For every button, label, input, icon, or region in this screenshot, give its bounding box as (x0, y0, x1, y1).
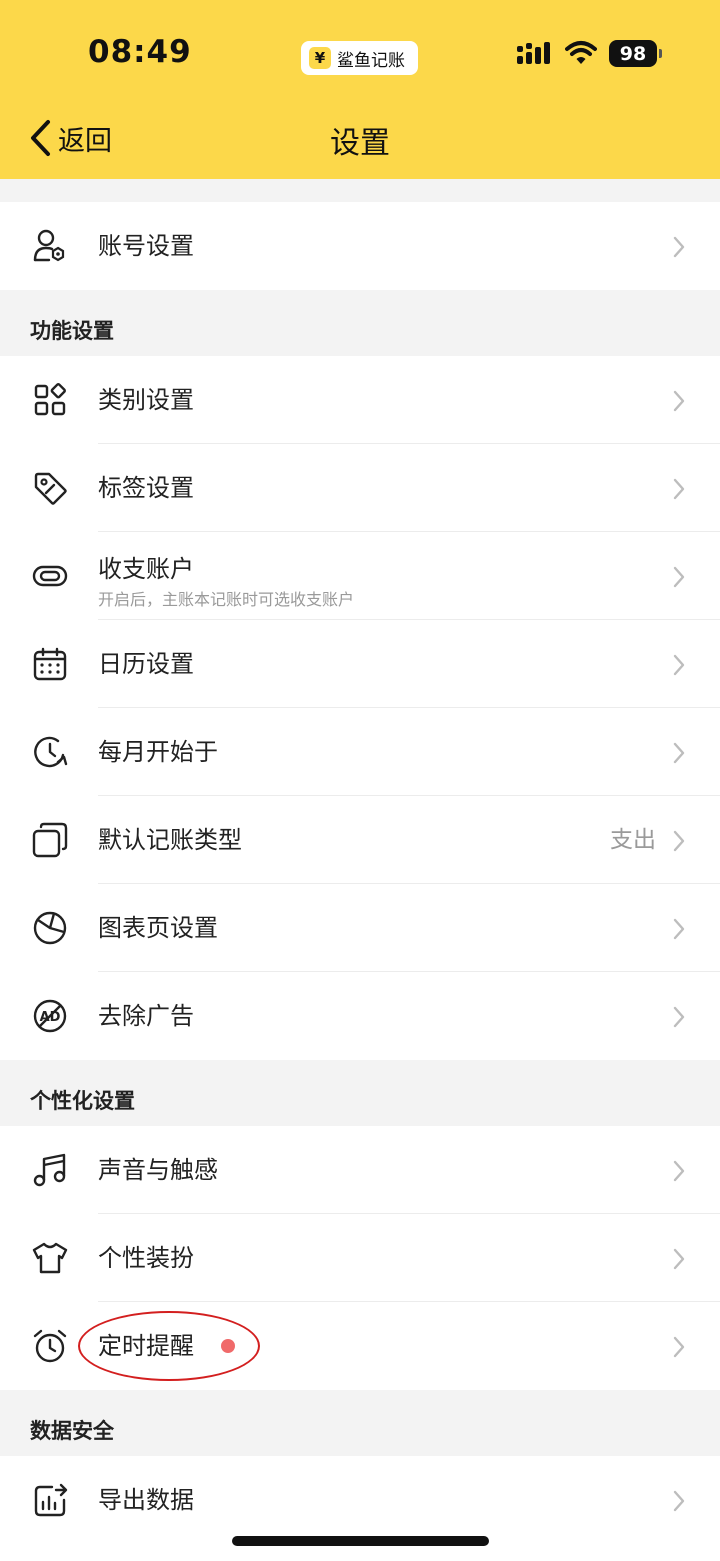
section-title-data: 数据安全 (30, 1419, 114, 1443)
row-label: 类别设置 (98, 386, 194, 414)
row-label: 日历设置 (98, 650, 194, 678)
new-badge-dot (221, 1339, 235, 1353)
row-label: 默认记账类型 (98, 826, 242, 854)
personal-settings-group: 声音与触感 个性装扮 定时提醒 (0, 1126, 720, 1390)
tshirt-icon (32, 1242, 68, 1274)
row-label: 每月开始于 (98, 738, 218, 766)
chevron-right-icon (673, 1490, 685, 1512)
row-label: 标签设置 (98, 474, 194, 502)
clock-refresh-icon (34, 736, 68, 768)
alarm-icon (33, 1329, 67, 1363)
chevron-right-icon (673, 654, 685, 676)
calendar-settings-row[interactable]: 日历设置 (0, 620, 720, 708)
page-title: 设置 (330, 126, 390, 161)
signal-icon (517, 42, 550, 64)
app-logo-icon: ¥ (309, 47, 331, 69)
chevron-right-icon (673, 1248, 685, 1270)
row-label: 导出数据 (98, 1486, 194, 1514)
row-label: 收支账户 (98, 555, 194, 583)
chevron-right-icon (673, 478, 685, 500)
category-settings-row[interactable]: 类别设置 (0, 356, 720, 444)
row-label: 账号设置 (98, 232, 194, 260)
chevron-right-icon (673, 742, 685, 764)
app-indicator-pill: ¥ 鲨鱼记账 (301, 41, 418, 75)
row-label: 定时提醒 (98, 1332, 194, 1360)
export-data-row[interactable]: 导出数据 (0, 1456, 720, 1544)
user-settings-icon (33, 229, 65, 262)
link-icon (32, 565, 68, 587)
function-settings-group: 类别设置 标签设置 收支账户 开启后，主账本记账时可选收支账户 日历设置 每月开… (0, 356, 720, 1060)
chevron-right-icon (673, 236, 685, 258)
account-group: 账号设置 (0, 202, 720, 290)
personal-dress-up-row[interactable]: 个性装扮 (0, 1214, 720, 1302)
row-label: 去除广告 (98, 1002, 194, 1030)
chevron-right-icon (673, 1006, 685, 1028)
chevron-right-icon (673, 390, 685, 412)
section-title-personal: 个性化设置 (30, 1089, 135, 1113)
header-bar: 08:49 ¥ 鲨鱼记账 98 返回 设置 (0, 0, 720, 179)
row-label: 声音与触感 (98, 1156, 218, 1184)
pie-chart-icon (33, 911, 67, 945)
chevron-right-icon (673, 918, 685, 940)
chevron-right-icon (673, 1160, 685, 1182)
home-indicator[interactable] (232, 1536, 489, 1546)
row-value: 支出 (610, 827, 656, 853)
cards-icon (32, 822, 68, 858)
section-title-function: 功能设置 (30, 319, 114, 343)
row-label: 图表页设置 (98, 914, 218, 942)
export-chart-icon (34, 1483, 68, 1517)
chevron-right-icon (673, 566, 685, 588)
music-icon (33, 1153, 66, 1187)
tag-settings-row[interactable]: 标签设置 (0, 444, 720, 532)
wifi-icon (565, 41, 597, 64)
month-start-row[interactable]: 每月开始于 (0, 708, 720, 796)
scheduled-reminder-row[interactable]: 定时提醒 (0, 1302, 720, 1390)
no-ad-icon: AD (33, 999, 67, 1033)
grid-icon (34, 383, 66, 416)
row-subtitle: 开启后，主账本记账时可选收支账户 (98, 590, 355, 609)
app-name: 鲨鱼记账 (337, 50, 405, 71)
chart-page-settings-row[interactable]: 图表页设置 (0, 884, 720, 972)
chevron-right-icon (673, 1336, 685, 1358)
battery-indicator: 98 (609, 40, 662, 67)
row-label: 个性装扮 (98, 1244, 194, 1272)
account-settings-row[interactable]: 账号设置 (0, 202, 720, 290)
income-expense-account-row[interactable]: 收支账户 开启后，主账本记账时可选收支账户 (0, 532, 720, 620)
tag-icon (34, 472, 67, 505)
chevron-right-icon (673, 830, 685, 852)
calendar-icon (33, 647, 67, 681)
remove-ads-row[interactable]: AD 去除广告 (0, 972, 720, 1060)
svg-text:AD: AD (40, 1010, 61, 1025)
sound-haptics-row[interactable]: 声音与触感 (0, 1126, 720, 1214)
default-type-row[interactable]: 默认记账类型 支出 (0, 796, 720, 884)
status-time: 08:49 (88, 34, 192, 70)
